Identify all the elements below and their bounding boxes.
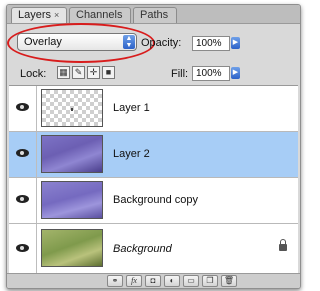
layer-row-layer-2[interactable]: Layer 2 xyxy=(9,132,298,178)
opacity-input[interactable]: 100% xyxy=(192,36,230,51)
layer-row-background[interactable]: Background xyxy=(9,224,298,274)
eye-icon xyxy=(16,244,29,252)
fill-label: Fill: xyxy=(171,68,189,80)
layer-name[interactable]: Background copy xyxy=(113,194,198,206)
lock-pixels-icon[interactable]: ✎ xyxy=(72,66,85,79)
visibility-toggle[interactable] xyxy=(9,224,37,274)
opacity-label: Opacity: xyxy=(141,37,182,49)
visibility-toggle[interactable] xyxy=(9,178,37,223)
opacity-dropdown-arrow[interactable]: ▶ xyxy=(231,37,240,49)
layer-row-layer-1[interactable]: Layer 1 xyxy=(9,86,298,132)
lock-transparency-icon[interactable]: ▦ xyxy=(57,66,70,79)
layer-name[interactable]: Layer 1 xyxy=(113,102,150,114)
thumbnail-content xyxy=(71,108,73,111)
layer-thumbnail xyxy=(41,135,103,173)
layer-row-background-copy[interactable]: Background copy xyxy=(9,178,298,224)
highlight-oval xyxy=(7,23,155,63)
lock-icon xyxy=(279,239,287,251)
eye-icon xyxy=(16,149,29,157)
layer-thumbnail xyxy=(41,229,103,267)
layer-name[interactable]: Background xyxy=(113,243,172,255)
adjustment-icon[interactable]: ◐ xyxy=(164,275,180,287)
layer-name[interactable]: Layer 2 xyxy=(113,148,150,160)
lock-position-icon[interactable]: ✛ xyxy=(87,66,100,79)
layer-thumbnail xyxy=(41,181,103,219)
tab-paths[interactable]: Paths xyxy=(133,7,177,23)
link-icon[interactable]: ⚭ xyxy=(107,275,123,287)
visibility-toggle[interactable] xyxy=(9,132,37,177)
visibility-toggle[interactable] xyxy=(9,86,37,131)
panel-footer: ⚭ fx ◘ ◐ ▭ ❐ 🗑 xyxy=(7,273,300,288)
tab-layers-label: Layers xyxy=(18,9,52,21)
fx-icon[interactable]: fx xyxy=(126,275,142,287)
new-layer-icon[interactable]: ❐ xyxy=(202,275,218,287)
tab-layers[interactable]: Layers × xyxy=(11,7,67,23)
mask-icon[interactable]: ◘ xyxy=(145,275,161,287)
eye-icon xyxy=(16,195,29,203)
layers-panel: Layers × Channels Paths Overlay ▲ ▼ Opacit… xyxy=(6,4,301,289)
group-icon[interactable]: ▭ xyxy=(183,275,199,287)
panel-tabs: Layers × Channels Paths xyxy=(7,5,300,24)
lock-label: Lock: xyxy=(20,68,47,80)
fill-dropdown-arrow[interactable]: ▶ xyxy=(231,67,240,79)
fill-input[interactable]: 100% xyxy=(192,66,230,81)
lock-all-icon[interactable]: ■ xyxy=(102,66,115,79)
tab-channels[interactable]: Channels xyxy=(69,7,131,23)
layer-list: Layer 1 Layer 2 Background copy Backgrou… xyxy=(9,85,298,274)
close-icon[interactable]: × xyxy=(54,10,59,20)
eye-icon xyxy=(16,103,29,111)
trash-icon[interactable]: 🗑 xyxy=(221,275,237,287)
layer-thumbnail xyxy=(41,89,103,127)
